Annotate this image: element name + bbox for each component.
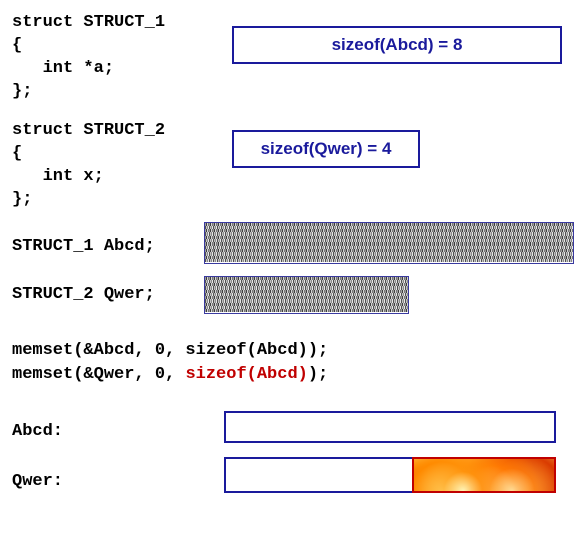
noise-qwer-uninit [204, 276, 409, 314]
memset-abcd-row: memset(&Abcd, 0, sizeof(Abcd)); [12, 340, 568, 363]
memset-qwer-row: memset(&Qwer, 0, sizeof(Abcd)); [12, 364, 568, 387]
sizeof-wrong: sizeof(Abcd) [185, 365, 307, 384]
struct2-block: struct STRUCT_2 { int x; }; sizeof(Qwer)… [12, 120, 568, 212]
abcd-zeroed-box [224, 411, 556, 443]
result-abcd-row: Abcd: [12, 417, 568, 451]
code-memset-abcd: memset(&Abcd, 0, sizeof(Abcd)); [12, 340, 568, 363]
struct1-block: struct STRUCT_1 { int *a; }; sizeof(Abcd… [12, 12, 568, 104]
callout-sizeof-qwer: sizeof(Qwer) = 4 [232, 130, 420, 168]
callout-sizeof-abcd: sizeof(Abcd) = 8 [232, 26, 562, 64]
decl-abcd-row: STRUCT_1 Abcd; [12, 228, 568, 270]
result-qwer-row: Qwer: [12, 465, 568, 503]
noise-abcd-uninit [204, 222, 574, 264]
code-memset-qwer: memset(&Qwer, 0, sizeof(Abcd)); [12, 364, 568, 387]
decl-qwer-row: STRUCT_2 Qwer; [12, 278, 568, 318]
callout-sizeof-qwer-text: sizeof(Qwer) = 4 [261, 139, 392, 159]
buffer-overflow-fire [412, 457, 556, 493]
callout-sizeof-abcd-text: sizeof(Abcd) = 8 [332, 35, 463, 55]
